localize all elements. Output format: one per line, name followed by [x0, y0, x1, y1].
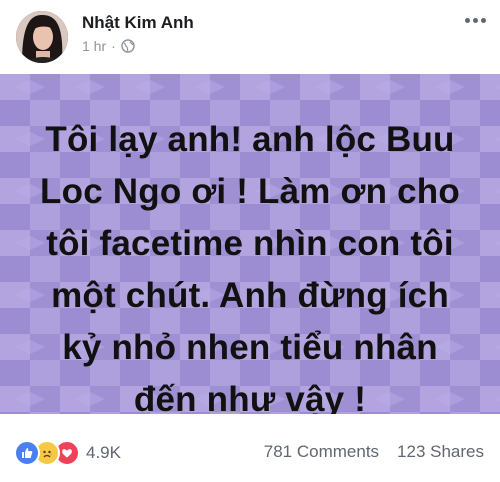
post-footer: 4.9K 781 Comments 123 Shares: [0, 414, 500, 482]
reaction-count: 4.9K: [86, 443, 121, 462]
post-text-line: tôi facetime nhìn con tôi: [46, 224, 454, 263]
shares-count[interactable]: 123 Shares: [397, 442, 484, 462]
dot: [473, 18, 478, 23]
post-stats: 781 Comments 123 Shares: [264, 442, 484, 462]
post-time[interactable]: 1 hr: [82, 38, 106, 54]
dot: [481, 18, 486, 23]
author-name[interactable]: Nhật Kim Anh: [82, 13, 194, 33]
more-options-icon[interactable]: [465, 18, 486, 23]
post-text-line: đến như vậy !: [133, 380, 367, 414]
avatar[interactable]: [16, 11, 68, 63]
post-text-line: Tôi lạy anh! anh lộc Buu: [45, 120, 455, 159]
like-icon: [14, 440, 40, 466]
post-text-line: một chút. Anh đừng ích: [51, 276, 449, 315]
meta-separator: ·: [111, 38, 116, 54]
post-text-card: Tôi lạy anh! anh lộc Buu Loc Ngo ơi ! Là…: [0, 74, 500, 414]
post-meta: 1 hr ·: [82, 38, 135, 54]
post-text: Tôi lạy anh! anh lộc Buu Loc Ngo ơi ! Là…: [0, 114, 500, 414]
post-text-line: Loc Ngo ơi ! Làm ơn cho: [40, 172, 460, 211]
post-text-line: kỷ nhỏ nhen tiểu nhân: [62, 328, 438, 367]
dot: [465, 18, 470, 23]
reactions-summary[interactable]: 4.9K: [14, 440, 121, 466]
globe-icon: [121, 39, 135, 53]
comments-count[interactable]: 781 Comments: [264, 442, 379, 462]
post-header: Nhật Kim Anh 1 hr ·: [0, 0, 500, 74]
